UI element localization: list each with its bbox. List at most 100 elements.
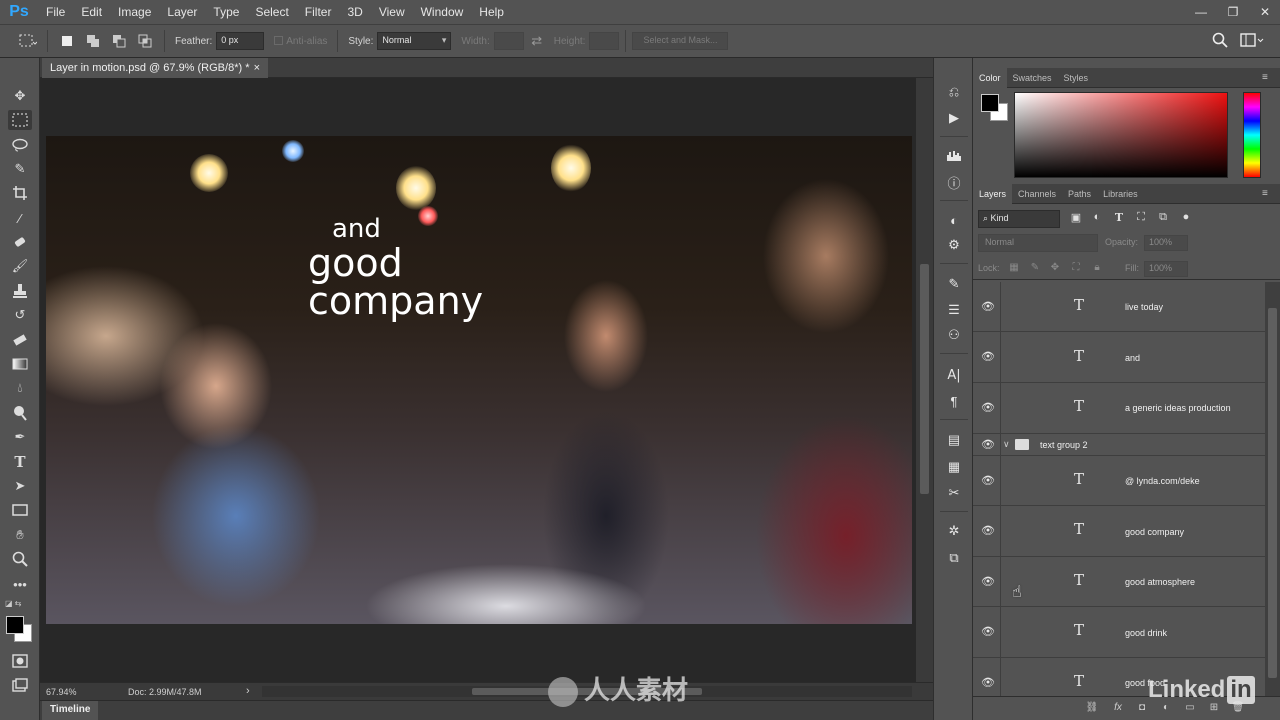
foreground-color-chip[interactable] (6, 616, 24, 634)
healing-brush-tool-icon[interactable] (8, 232, 32, 252)
lock-image-icon[interactable]: ✎ (1028, 262, 1042, 276)
histogram-panel-icon[interactable] (944, 146, 964, 166)
clone-stamp-tool-icon[interactable] (8, 281, 32, 301)
more-tools-icon[interactable]: ••• (8, 574, 32, 594)
layer-row[interactable]: 👁︎ T good company (973, 506, 1265, 557)
hue-slider[interactable] (1243, 92, 1261, 178)
feather-input[interactable]: 0 px (216, 32, 265, 50)
info-panel-icon[interactable]: ⓘ (944, 172, 964, 192)
filter-kind-select[interactable]: ⌕ Kind (978, 210, 1060, 228)
antialias-checkbox-label[interactable]: Anti-alias (274, 36, 327, 47)
group-name[interactable]: text group 2 (1040, 440, 1088, 450)
layers-panel-menu-icon[interactable]: ≡ (1262, 188, 1274, 200)
menu-image[interactable]: Image (110, 0, 159, 24)
restore-button[interactable]: ❐ (1226, 5, 1240, 19)
visibility-eye-icon[interactable]: 👁︎ (981, 438, 995, 452)
screen-mode-icon[interactable] (8, 675, 32, 695)
adjustment-filter-icon[interactable]: ◐ (1089, 211, 1105, 227)
visibility-eye-icon[interactable]: 👁︎ (981, 524, 995, 538)
blend-mode-select[interactable]: Normal (978, 234, 1098, 252)
delete-layer-icon[interactable]: 🗑︎ (1231, 702, 1245, 716)
marquee-preset-icon[interactable] (18, 31, 38, 51)
layer-effects-icon[interactable]: fx (1111, 702, 1125, 716)
layer-row[interactable]: 👁︎ T live today (973, 282, 1265, 332)
add-selection-icon[interactable] (83, 31, 103, 51)
measurement-panel-icon[interactable]: ⧉ (944, 548, 964, 568)
opacity-field[interactable]: 100% (1144, 235, 1188, 251)
lock-artboard-icon[interactable]: ⛶ (1069, 262, 1083, 276)
crop-tool-icon[interactable] (8, 183, 32, 203)
antialias-checkbox[interactable] (274, 36, 284, 46)
layer-name[interactable]: @ lynda.com/deke (1125, 476, 1200, 486)
quick-selection-tool-icon[interactable]: ✎ (8, 159, 32, 179)
quick-mask-icon[interactable] (8, 651, 32, 671)
tab-channels[interactable]: Channels (1012, 184, 1062, 204)
new-adjustment-layer-icon[interactable]: ◐ (1159, 702, 1173, 716)
color-picker-field[interactable] (1014, 92, 1228, 178)
visibility-eye-icon[interactable]: 👁︎ (981, 625, 995, 639)
close-tab-icon[interactable]: × (254, 62, 260, 74)
path-selection-tool-icon[interactable]: ➤ (8, 476, 32, 496)
dodge-tool-icon[interactable] (8, 403, 32, 423)
color-panel-menu-icon[interactable]: ≡ (1262, 72, 1274, 84)
history-brush-tool-icon[interactable]: ↺ (8, 305, 32, 325)
blur-tool-icon[interactable]: 💧︎ (8, 378, 32, 398)
color-panel-foreground-swatch[interactable] (981, 94, 999, 112)
layers-vertical-scrollbar[interactable] (1265, 282, 1280, 696)
type-filter-icon[interactable]: T (1111, 211, 1127, 227)
fill-field[interactable]: 100% (1144, 261, 1188, 277)
properties-panel-icon[interactable]: ☰ (944, 300, 964, 320)
tab-swatches[interactable]: Swatches (1007, 68, 1058, 88)
layer-name[interactable]: good drink (1125, 628, 1167, 638)
history-panel-icon[interactable]: ⎌ (944, 82, 964, 102)
swap-dimensions-icon[interactable]: ⇄ (527, 31, 547, 51)
add-mask-icon[interactable]: ◘ (1135, 702, 1149, 716)
chevron-down-icon[interactable]: ∨ (1003, 439, 1010, 450)
menu-3d[interactable]: 3D (339, 0, 370, 24)
gradient-tool-icon[interactable] (8, 354, 32, 374)
subtract-selection-icon[interactable] (109, 31, 129, 51)
menu-edit[interactable]: Edit (73, 0, 110, 24)
document-vertical-scrollbar[interactable] (916, 78, 933, 682)
layer-name[interactable]: good company (1125, 527, 1184, 537)
lock-transparent-icon[interactable]: ▦ (1007, 262, 1021, 276)
intersect-selection-icon[interactable] (135, 31, 155, 51)
layer-name[interactable]: good atmosphere (1125, 577, 1195, 587)
width-input[interactable] (493, 32, 524, 50)
height-input[interactable] (589, 32, 620, 50)
layer-comps-panel-icon[interactable]: ▤ (944, 430, 964, 450)
document-photo[interactable]: and good company (46, 136, 912, 624)
eyedropper-tool-icon[interactable]: ⁄ (8, 208, 32, 228)
paragraph-panel-icon[interactable]: ¶ (944, 391, 964, 411)
document-vertical-scroll-thumb[interactable] (920, 264, 929, 494)
status-menu-arrow[interactable]: › (246, 685, 250, 697)
notes-panel-icon[interactable]: ▦ (944, 457, 964, 477)
layer-name[interactable]: and (1125, 353, 1140, 363)
layers-vertical-scroll-thumb[interactable] (1268, 308, 1277, 678)
style-select[interactable]: Normal (377, 32, 452, 50)
character-panel-icon[interactable]: A| (944, 365, 964, 385)
minimize-button[interactable]: — (1194, 5, 1208, 19)
workspace-icon[interactable] (1240, 33, 1264, 50)
layer-name[interactable]: live today (1125, 302, 1163, 312)
tab-libraries[interactable]: Libraries (1097, 184, 1144, 204)
adjustments-panel-icon[interactable]: ◐ (944, 210, 964, 230)
timeline-tab[interactable]: Timeline (42, 701, 99, 720)
menu-type[interactable]: Type (205, 0, 247, 24)
default-colors-icon[interactable]: ◪ ⇆ (5, 599, 21, 608)
actions-play-icon[interactable]: ▶ (944, 108, 964, 128)
styles-panel-icon[interactable]: ⚙︎ (944, 235, 964, 255)
menu-window[interactable]: Window (413, 0, 472, 24)
brushes-panel-icon[interactable]: ✎ (944, 274, 964, 294)
eraser-tool-icon[interactable] (8, 330, 32, 350)
pixel-filter-icon[interactable]: ▣ (1068, 211, 1084, 227)
visibility-eye-icon[interactable]: 👁︎ (981, 401, 995, 415)
zoom-level-field[interactable]: 67.94% (40, 687, 102, 697)
filter-toggle-icon[interactable]: ● (1178, 211, 1194, 227)
canvas-area[interactable]: and good company (40, 78, 916, 682)
visibility-eye-icon[interactable]: 👁︎ (981, 474, 995, 488)
visibility-eye-icon[interactable]: 👁︎ (981, 575, 995, 589)
menu-view[interactable]: View (371, 0, 413, 24)
new-selection-icon[interactable] (57, 31, 77, 51)
layer-group-row[interactable]: 👁︎ ∨ text group 2 (973, 434, 1265, 456)
